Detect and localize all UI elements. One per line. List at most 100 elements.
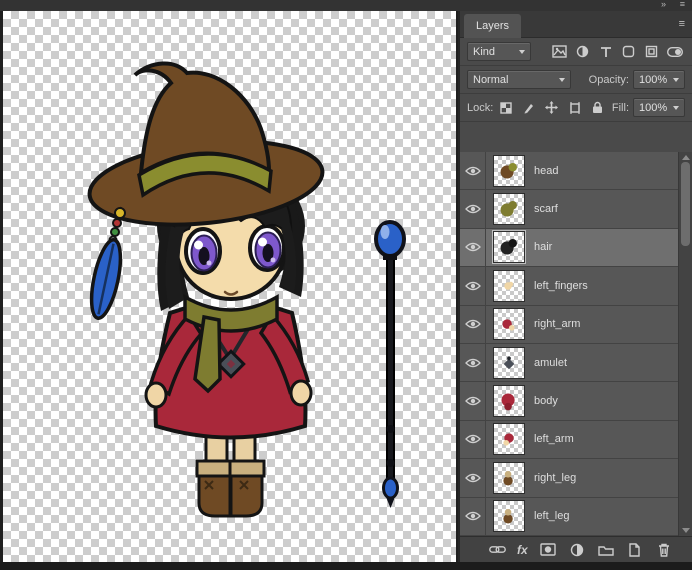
- visibility-toggle[interactable]: [460, 497, 486, 535]
- scrollbar-thumb[interactable]: [681, 162, 690, 246]
- adjustment-layer-icon[interactable]: [568, 541, 586, 559]
- layer-row-right-leg[interactable]: right_leg: [460, 459, 680, 498]
- scroll-up-icon[interactable]: [682, 155, 690, 160]
- layer-row-right-arm[interactable]: right_arm: [460, 305, 680, 344]
- layer-thumbnail[interactable]: [493, 500, 525, 533]
- eye-icon: [464, 166, 481, 175]
- panel-group-header: » ≡: [0, 0, 692, 11]
- window-menu-icon[interactable]: ≡: [680, 0, 685, 10]
- character-artwork: [87, 61, 406, 518]
- layer-thumbnail[interactable]: [493, 423, 525, 456]
- eye-icon: [464, 473, 481, 483]
- layer-name: body: [534, 395, 558, 408]
- opacity-value: 100%: [639, 73, 668, 86]
- visibility-toggle[interactable]: [460, 344, 486, 382]
- layer-thumbnail[interactable]: [493, 308, 525, 341]
- layers-footer-toolbar: fx: [460, 536, 692, 562]
- layer-row-left-fingers[interactable]: left_fingers: [460, 267, 680, 306]
- panel-tab-bar: Layers ≡: [460, 11, 692, 38]
- staff-art: [374, 220, 406, 508]
- kind-filter-dropdown[interactable]: Kind: [467, 42, 531, 61]
- eye-icon: [464, 243, 481, 252]
- lock-label: Lock:: [467, 101, 494, 114]
- layer-thumbnail[interactable]: [493, 269, 525, 302]
- blend-mode-dropdown[interactable]: Normal: [467, 70, 571, 89]
- layer-filtering-toggle-icon[interactable]: [664, 42, 685, 62]
- layers-list: head scarf hair left_fingers right_arm a…: [460, 152, 680, 536]
- eye-icon: [464, 358, 481, 367]
- layer-name: right_arm: [534, 318, 581, 331]
- lock-artboard-icon[interactable]: [564, 98, 585, 118]
- lock-all-icon[interactable]: [587, 98, 608, 118]
- eye-icon: [464, 435, 481, 444]
- document-canvas[interactable]: [3, 11, 456, 562]
- new-layer-icon[interactable]: [626, 541, 644, 559]
- layers-panel: Layers ≡ Kind Normal Opacity: 100% Lock:…: [458, 11, 692, 562]
- chevron-down-icon: [559, 77, 565, 82]
- visibility-toggle[interactable]: [460, 305, 486, 343]
- opacity-label: Opacity:: [588, 73, 629, 86]
- eye-icon: [464, 281, 481, 291]
- layer-row-head[interactable]: head: [460, 152, 680, 191]
- layer-row-scarf[interactable]: scarf: [460, 190, 680, 229]
- layers-scrollbar[interactable]: [678, 152, 692, 536]
- lock-image-pixels-icon[interactable]: [518, 98, 539, 118]
- layer-thumbnail[interactable]: [493, 385, 525, 418]
- smart-object-filter-icon[interactable]: [641, 42, 662, 62]
- visibility-toggle[interactable]: [460, 420, 486, 459]
- window-bottom-edge: [0, 562, 692, 570]
- shape-layer-filter-icon[interactable]: [618, 42, 639, 62]
- eye-icon: [464, 204, 481, 214]
- eye-icon: [464, 512, 481, 521]
- add-layer-mask-icon[interactable]: [539, 541, 557, 559]
- layer-thumbnail[interactable]: [493, 154, 525, 187]
- kind-filter-value: Kind: [473, 45, 496, 58]
- photoshop-window: » ≡ Layers ≡ Kind Normal Opacity: 100% L…: [0, 0, 692, 570]
- layer-thumbnail[interactable]: [492, 230, 526, 265]
- fill-label: Fill:: [611, 101, 629, 114]
- blend-mode-value: Normal: [473, 73, 509, 86]
- layer-thumbnail[interactable]: [493, 461, 525, 494]
- adjustment-layer-filter-icon[interactable]: [572, 42, 593, 62]
- link-layers-icon[interactable]: [488, 541, 506, 559]
- filter-row: Kind: [460, 38, 692, 66]
- visibility-toggle[interactable]: [460, 267, 486, 305]
- layer-thumbnail[interactable]: [493, 193, 525, 226]
- layer-name: hair: [534, 241, 553, 254]
- layer-thumbnail[interactable]: [493, 346, 525, 379]
- layer-name: scarf: [534, 203, 558, 216]
- layer-row-amulet[interactable]: amulet: [460, 344, 680, 383]
- layer-effects-button[interactable]: fx: [517, 543, 528, 557]
- pixel-layer-filter-icon[interactable]: [549, 42, 570, 62]
- visibility-toggle[interactable]: [460, 459, 486, 497]
- layer-name: left_arm: [534, 433, 574, 446]
- chevron-down-icon: [673, 105, 679, 110]
- chevron-down-icon: [673, 77, 679, 82]
- layer-name: left_leg: [534, 510, 570, 523]
- layer-name: right_leg: [534, 471, 577, 484]
- visibility-toggle[interactable]: [460, 382, 486, 420]
- lock-row: Lock: Fill: 100%: [460, 94, 692, 122]
- layer-row-hair[interactable]: hair: [460, 228, 680, 268]
- tab-layers[interactable]: Layers: [464, 14, 522, 38]
- opacity-dropdown[interactable]: 100%: [633, 70, 685, 89]
- layer-row-left-leg[interactable]: left_leg: [460, 497, 680, 536]
- visibility-toggle[interactable]: [460, 152, 486, 190]
- panel-menu-icon[interactable]: ≡: [679, 18, 685, 30]
- layer-name: amulet: [534, 356, 568, 369]
- blend-row: Normal Opacity: 100%: [460, 66, 692, 94]
- chevron-down-icon: [519, 49, 525, 54]
- delete-layer-icon[interactable]: [655, 541, 673, 559]
- visibility-toggle[interactable]: [460, 228, 486, 267]
- collapse-panels-icon[interactable]: »: [661, 0, 666, 10]
- type-layer-filter-icon[interactable]: [595, 42, 616, 62]
- lock-transparent-pixels-icon[interactable]: [495, 98, 516, 118]
- visibility-toggle[interactable]: [460, 190, 486, 228]
- new-group-icon[interactable]: [597, 541, 615, 559]
- layer-name: head: [534, 164, 559, 177]
- lock-position-icon[interactable]: [541, 98, 562, 118]
- layer-row-left-arm[interactable]: left_arm: [460, 420, 680, 460]
- scroll-down-icon[interactable]: [682, 528, 690, 533]
- layer-row-body[interactable]: body: [460, 382, 680, 421]
- fill-dropdown[interactable]: 100%: [633, 98, 685, 117]
